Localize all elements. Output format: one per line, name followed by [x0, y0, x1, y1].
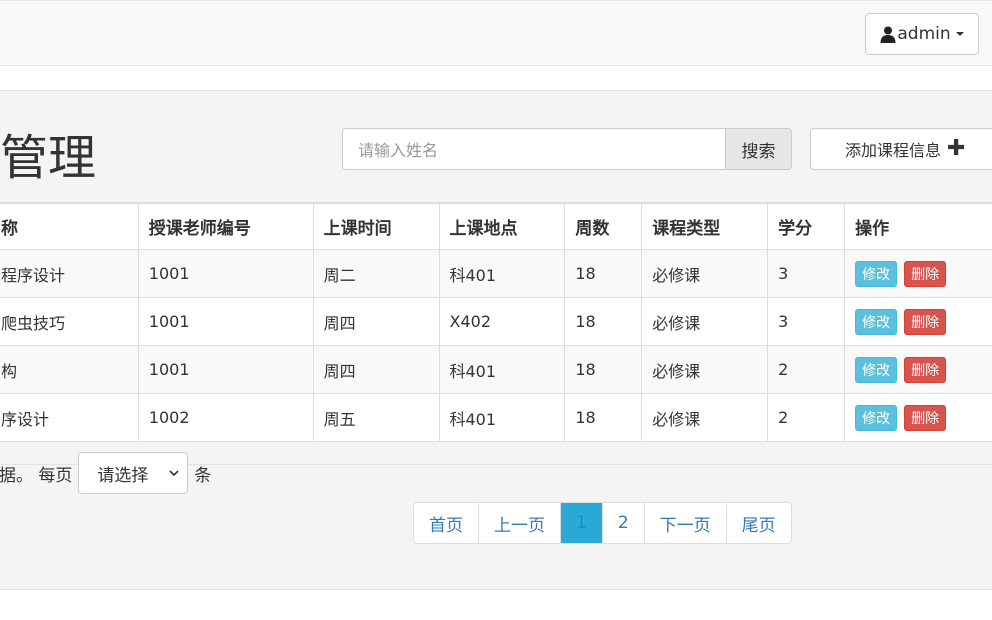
- cell-credit: 2: [767, 345, 846, 394]
- cell-actions: 修改 删除: [844, 345, 992, 394]
- delete-button[interactable]: 删除: [904, 356, 947, 383]
- cell-weeks: 18: [564, 249, 643, 298]
- page-size-control: 数据。 每页 请选择 条: [0, 452, 211, 494]
- page-first-link[interactable]: 首页: [414, 503, 478, 543]
- page-link-1[interactable]: 1: [560, 503, 602, 543]
- pagination: 首页 上一页 1 2 下一页 尾页: [413, 502, 792, 544]
- cell-type: 必修课: [641, 249, 769, 298]
- cell-weeks: 18: [564, 393, 643, 442]
- page-title: 单管理: [0, 130, 97, 186]
- cell-time: 周二: [312, 249, 440, 298]
- user-name: admin: [897, 24, 951, 44]
- table-row: 爬虫技巧 1001 周四 X402 18 必修课 3 修改 删除: [0, 297, 992, 346]
- table-row: 构 1001 周四 科401 18 必修课 2 修改 删除: [0, 345, 992, 394]
- cell-credit: 3: [767, 297, 846, 346]
- delete-button[interactable]: 删除: [904, 404, 947, 431]
- col-header-actions: 操作: [844, 203, 992, 250]
- cell-name: 程序设计: [0, 249, 139, 298]
- course-table: 称 授课老师编号 上课时间 上课地点 周数 课程类型 学分 操作 程序设计 10…: [0, 202, 992, 442]
- cell-weeks: 18: [564, 345, 643, 394]
- plus-icon: ✚: [947, 136, 966, 161]
- add-course-button[interactable]: 添加课程信息 ✚: [810, 128, 992, 170]
- cell-teacher: 1001: [137, 249, 314, 298]
- cell-credit: 3: [767, 249, 846, 298]
- page-size-suffix: 条: [194, 465, 212, 486]
- table-row: 程序设计 1001 周二 科401 18 必修课 3 修改 删除: [0, 249, 992, 298]
- col-header-place: 上课地点: [438, 203, 566, 250]
- edit-button[interactable]: 修改: [855, 260, 898, 287]
- delete-button[interactable]: 删除: [904, 260, 947, 287]
- cell-time: 周四: [312, 345, 440, 394]
- caret-down-icon: [955, 32, 964, 36]
- top-navbar: admin: [0, 0, 992, 66]
- page-size-select[interactable]: 请选择: [78, 452, 189, 494]
- cell-name: 构: [0, 345, 139, 394]
- page-prev-link[interactable]: 上一页: [478, 503, 560, 543]
- cell-type: 必修课: [641, 393, 769, 442]
- col-header-teacher: 授课老师编号: [137, 203, 314, 250]
- table-row: 序设计 1002 周五 科401 18 必修课 2 修改 删除: [0, 393, 992, 442]
- cell-type: 必修课: [641, 345, 769, 394]
- cell-teacher: 1001: [137, 297, 314, 346]
- cell-weeks: 18: [564, 297, 643, 346]
- cell-place: 科401: [438, 249, 566, 298]
- page-next-link[interactable]: 下一页: [643, 503, 726, 543]
- cell-name: 序设计: [0, 393, 139, 442]
- col-header-time: 上课时间: [312, 203, 440, 250]
- col-header-name: 称: [0, 203, 139, 250]
- cell-credit: 2: [767, 393, 846, 442]
- delete-button[interactable]: 删除: [904, 308, 947, 335]
- user-icon: [880, 26, 896, 43]
- cell-teacher: 1001: [137, 345, 314, 394]
- add-course-label: 添加课程信息: [845, 141, 942, 160]
- col-header-type: 课程类型: [641, 203, 769, 250]
- cell-name: 爬虫技巧: [0, 297, 139, 346]
- col-header-weeks: 周数: [564, 203, 643, 250]
- table-header-row: 称 授课老师编号 上课时间 上课地点 周数 课程类型 学分 操作: [0, 203, 992, 250]
- cell-teacher: 1002: [137, 393, 314, 442]
- search-placeholder: 请输入姓名: [358, 141, 439, 160]
- cell-actions: 修改 删除: [844, 249, 992, 298]
- edit-button[interactable]: 修改: [855, 404, 898, 431]
- cell-type: 必修课: [641, 297, 769, 346]
- edit-button[interactable]: 修改: [855, 308, 898, 335]
- search-input[interactable]: 请输入姓名: [342, 128, 726, 170]
- chevron-down-icon: [169, 470, 179, 477]
- edit-button[interactable]: 修改: [855, 356, 898, 383]
- cell-place: 科401: [438, 393, 566, 442]
- cell-time: 周五: [312, 393, 440, 442]
- col-header-credit: 学分: [767, 203, 846, 250]
- page-size-prefix: 数据。 每页: [0, 465, 73, 486]
- page-last-link[interactable]: 尾页: [725, 503, 791, 543]
- cell-place: 科401: [438, 345, 566, 394]
- cell-time: 周四: [312, 297, 440, 346]
- user-menu-button[interactable]: admin: [865, 13, 979, 55]
- cell-place: X402: [438, 297, 566, 346]
- cell-actions: 修改 删除: [844, 393, 992, 442]
- page-link-2[interactable]: 2: [601, 503, 644, 543]
- page-size-select-value: 请选择: [97, 465, 149, 486]
- search-button[interactable]: 搜索: [725, 128, 792, 170]
- cell-actions: 修改 删除: [844, 297, 992, 346]
